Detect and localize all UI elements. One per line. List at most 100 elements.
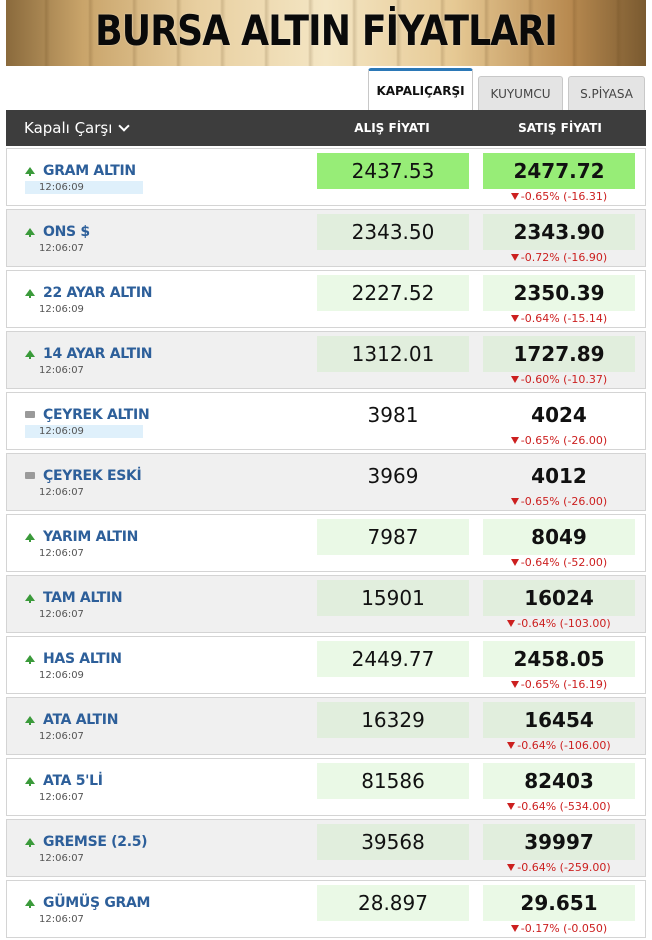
up-arrow-icon [25, 289, 35, 298]
buy-price: 7987 [317, 519, 469, 555]
down-arrow-icon [510, 559, 519, 566]
down-arrow-icon [510, 437, 519, 444]
down-arrow-icon [507, 803, 516, 810]
sell-price: 8049 [483, 519, 635, 555]
buy-price: 16329 [317, 702, 469, 738]
update-time: 12:06:07 [39, 548, 84, 559]
banner: BURSA ALTIN FİYATLARI [6, 0, 646, 66]
price-change: -0.64% (-534.00) [483, 800, 635, 813]
item-name[interactable]: 14 AYAR ALTIN [43, 346, 152, 362]
price-change-text: -0.65% (-16.31) [520, 190, 608, 203]
table-row[interactable]: ATA ALTIN 12:06:07 16329 16454 -0.64% (-… [6, 697, 646, 755]
price-change-text: -0.65% (-26.00) [520, 434, 608, 447]
price-change: -0.65% (-26.00) [483, 495, 635, 508]
price-change-text: -0.64% (-106.00) [517, 739, 611, 752]
price-table: GRAM ALTIN 12:06:09 2437.53 2477.72 -0.6… [6, 148, 646, 940]
table-row[interactable]: GÜMÜŞ GRAM 12:06:07 28.897 29.651 -0.17%… [6, 880, 646, 938]
market-dropdown[interactable]: Kapalı Çarşı [24, 110, 131, 146]
price-change: -0.64% (-259.00) [483, 861, 635, 874]
item-name[interactable]: GRAM ALTIN [43, 163, 136, 179]
sell-price: 16024 [483, 580, 635, 616]
down-arrow-icon [507, 864, 516, 871]
chevron-down-icon [118, 120, 131, 132]
table-row[interactable]: 22 AYAR ALTIN 12:06:09 2227.52 2350.39 -… [6, 270, 646, 328]
table-row[interactable]: ÇEYREK ESKİ 12:06:07 3969 4012 -0.65% (-… [6, 453, 646, 511]
item-name[interactable]: ÇEYREK ALTIN [43, 407, 150, 423]
up-arrow-icon [25, 655, 35, 664]
down-arrow-icon [510, 315, 519, 322]
item-name[interactable]: ATA 5'Lİ [43, 773, 103, 789]
price-change: -0.60% (-10.37) [483, 373, 635, 386]
up-arrow-icon [25, 533, 35, 542]
price-change: -0.64% (-103.00) [483, 617, 635, 630]
down-arrow-icon [510, 376, 519, 383]
price-change: -0.65% (-16.19) [483, 678, 635, 691]
buy-price: 3981 [367, 403, 419, 427]
table-row[interactable]: HAS ALTIN 12:06:09 2449.77 2458.05 -0.65… [6, 636, 646, 694]
table-row[interactable]: ATA 5'Lİ 12:06:07 81586 82403 -0.64% (-5… [6, 758, 646, 816]
up-arrow-icon [25, 899, 35, 908]
item-name[interactable]: ÇEYREK ESKİ [43, 468, 142, 484]
down-arrow-icon [510, 925, 519, 932]
price-change: -0.72% (-16.90) [483, 251, 635, 264]
buy-price: 2437.53 [317, 153, 469, 189]
update-time: 12:06:07 [39, 365, 84, 376]
banner-title: BURSA ALTIN FİYATLARI [95, 6, 558, 55]
price-change-text: -0.64% (-52.00) [520, 556, 608, 569]
tab-kapalicarsi[interactable]: KAPALIÇARŞI [368, 68, 473, 110]
table-row[interactable]: TAM ALTIN 12:06:07 15901 16024 -0.64% (-… [6, 575, 646, 633]
buy-price: 39568 [317, 824, 469, 860]
down-arrow-icon [507, 620, 516, 627]
sell-price: 2477.72 [483, 153, 635, 189]
price-change-text: -0.65% (-26.00) [520, 495, 608, 508]
item-name[interactable]: 22 AYAR ALTIN [43, 285, 152, 301]
sell-price: 4024 [531, 403, 587, 427]
up-arrow-icon [25, 838, 35, 847]
down-arrow-icon [510, 193, 519, 200]
tab-kuyumcu[interactable]: KUYUMCU [478, 76, 563, 110]
table-row[interactable]: GRAM ALTIN 12:06:09 2437.53 2477.72 -0.6… [6, 148, 646, 206]
item-name[interactable]: YARIM ALTIN [43, 529, 138, 545]
down-arrow-icon [510, 681, 519, 688]
buy-price: 2343.50 [317, 214, 469, 250]
buy-price: 28.897 [317, 885, 469, 921]
price-change-text: -0.72% (-16.90) [520, 251, 608, 264]
price-change: -0.64% (-15.14) [483, 312, 635, 325]
price-change-text: -0.65% (-16.19) [520, 678, 608, 691]
update-time: 12:06:07 [39, 731, 84, 742]
item-name[interactable]: ONS $ [43, 224, 90, 240]
flat-icon [25, 411, 35, 418]
update-time: 12:06:07 [39, 792, 84, 803]
buy-price: 2449.77 [317, 641, 469, 677]
buy-price: 3969 [367, 464, 419, 488]
table-row[interactable]: 14 AYAR ALTIN 12:06:07 1312.01 1727.89 -… [6, 331, 646, 389]
up-arrow-icon [25, 350, 35, 359]
column-header-buy: ALIŞ FİYATI [354, 121, 430, 135]
table-row[interactable]: GREMSE (2.5) 12:06:07 39568 39997 -0.64%… [6, 819, 646, 877]
tab-bar: KAPALIÇARŞI KUYUMCU S.PİYASA [0, 68, 652, 110]
sell-price: 2458.05 [483, 641, 635, 677]
price-change: -0.65% (-16.31) [483, 190, 635, 203]
price-change-text: -0.64% (-259.00) [517, 861, 611, 874]
item-name[interactable]: ATA ALTIN [43, 712, 118, 728]
update-time: 12:06:09 [39, 670, 84, 681]
item-name[interactable]: GREMSE (2.5) [43, 834, 148, 850]
table-row[interactable]: YARIM ALTIN 12:06:07 7987 8049 -0.64% (-… [6, 514, 646, 572]
sell-price: 39997 [483, 824, 635, 860]
item-name[interactable]: TAM ALTIN [43, 590, 123, 606]
tab-serbest-piyasa[interactable]: S.PİYASA [568, 76, 645, 110]
update-time: 12:06:09 [25, 425, 143, 438]
price-change: -0.64% (-52.00) [483, 556, 635, 569]
sell-price: 1727.89 [483, 336, 635, 372]
update-time: 12:06:07 [39, 487, 84, 498]
sell-price: 16454 [483, 702, 635, 738]
table-row[interactable]: ÇEYREK ALTIN 12:06:09 3981 4024 -0.65% (… [6, 392, 646, 450]
item-name[interactable]: HAS ALTIN [43, 651, 122, 667]
update-time: 12:06:07 [39, 609, 84, 620]
update-time: 12:06:09 [25, 181, 143, 194]
table-row[interactable]: ONS $ 12:06:07 2343.50 2343.90 -0.72% (-… [6, 209, 646, 267]
update-time: 12:06:07 [39, 914, 84, 925]
down-arrow-icon [507, 742, 516, 749]
sell-price: 82403 [483, 763, 635, 799]
item-name[interactable]: GÜMÜŞ GRAM [43, 895, 150, 911]
